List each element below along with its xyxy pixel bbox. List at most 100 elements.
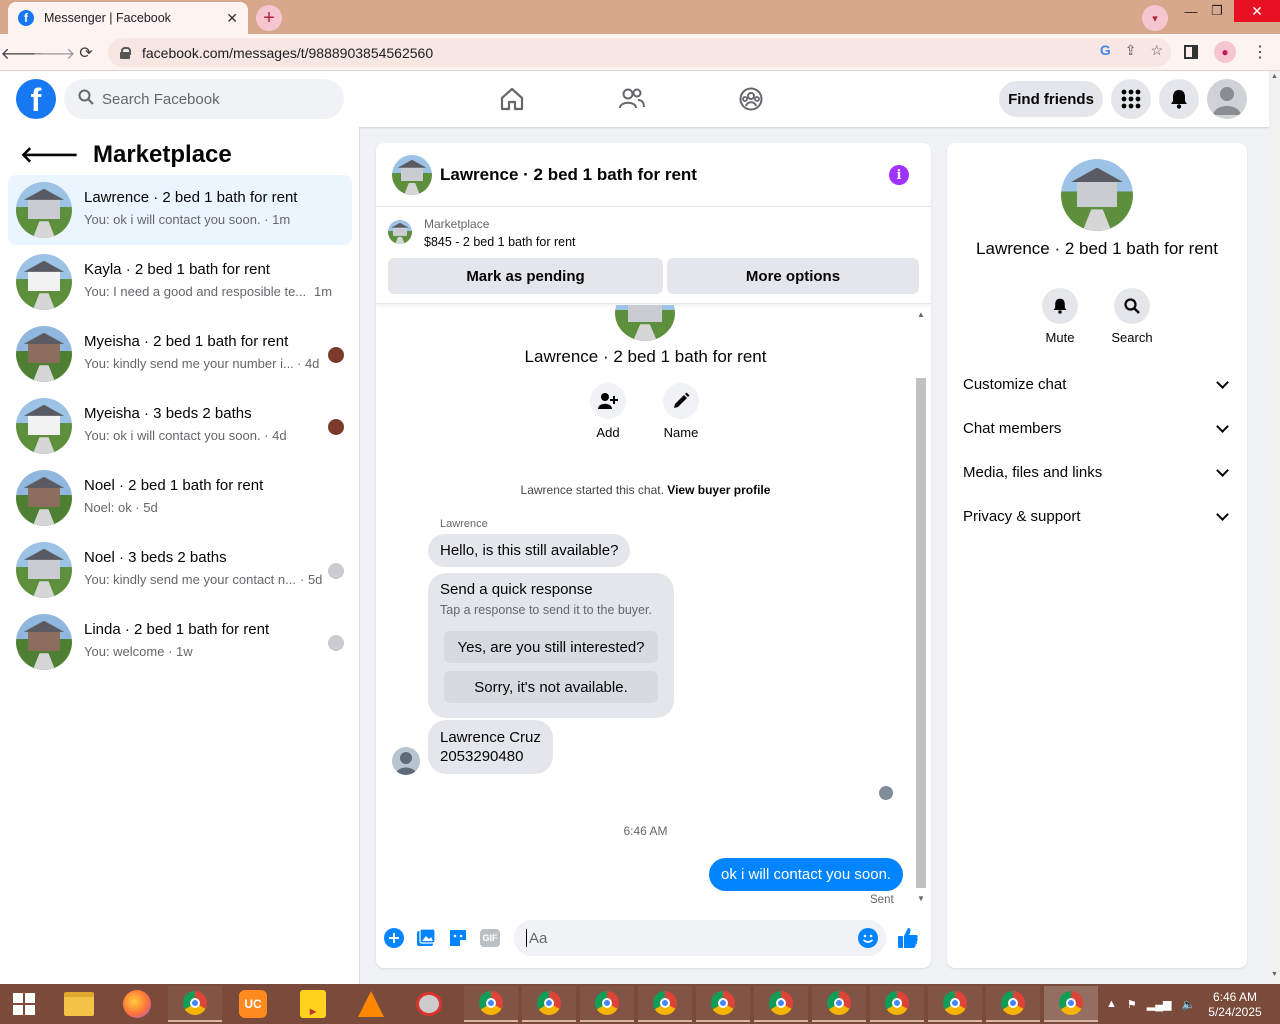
message-input[interactable]: Aa: [514, 920, 886, 956]
contact-card-bubble[interactable]: Lawrence Cruz 2053290480: [428, 720, 553, 774]
action-center-flag-icon[interactable]: ⚑: [1127, 998, 1137, 1011]
home-icon[interactable]: [496, 83, 528, 115]
conversation-item[interactable]: Noel · 2 bed 1 bath for rent Noel: ok · …: [8, 463, 352, 533]
mute-button[interactable]: Mute: [1030, 288, 1090, 345]
chrome-window-icon[interactable]: [580, 986, 634, 1022]
scroll-down-icon[interactable]: ▼: [917, 894, 925, 903]
conversation-item[interactable]: Linda · 2 bed 1 bath for rent You: welco…: [8, 607, 352, 677]
conversation-item[interactable]: Lawrence · 2 bed 1 bath for rent You: ok…: [8, 175, 352, 245]
like-thumb-icon[interactable]: [897, 927, 919, 949]
close-tab-icon[interactable]: ✕: [226, 10, 238, 27]
quick-reply-sorry-button[interactable]: Sorry, it's not available.: [444, 671, 658, 703]
vlc-icon[interactable]: [344, 986, 398, 1022]
browser-tab[interactable]: f Messenger | Facebook ✕: [8, 2, 248, 34]
conversation-item[interactable]: Noel · 3 beds 2 baths You: kindly send m…: [8, 535, 352, 605]
back-icon[interactable]: 🡐: [1, 41, 44, 65]
url-field[interactable]: facebook.com/messages/t/9888903854562560…: [108, 38, 1171, 67]
show-hidden-icons-icon[interactable]: ▲: [1106, 998, 1117, 1010]
sticker-icon[interactable]: [447, 927, 469, 949]
facebook-logo-icon[interactable]: f: [16, 79, 56, 119]
name-button[interactable]: [663, 383, 699, 419]
info-icon[interactable]: i: [889, 165, 909, 185]
close-window-button[interactable]: ✕: [1234, 0, 1280, 22]
emoji-icon[interactable]: [858, 928, 878, 952]
snipping-tool-icon[interactable]: [402, 986, 456, 1022]
google-icon[interactable]: G: [1100, 42, 1111, 59]
thread-scrollbar[interactable]: ▲ ▼: [915, 308, 927, 903]
taskbar-clock[interactable]: 6:46 AM 5/24/2025: [1200, 990, 1270, 1020]
scrollbar-thumb[interactable]: [916, 378, 926, 888]
tab-search-button[interactable]: ▾: [1142, 5, 1168, 31]
conversation-item[interactable]: Myeisha · 2 bed 1 bath for rent You: kin…: [8, 319, 352, 389]
minimize-button[interactable]: —: [1180, 0, 1202, 22]
privacy-support-row[interactable]: Privacy & support: [963, 504, 1231, 528]
new-tab-button[interactable]: +: [256, 5, 282, 31]
conversation-snippet: You: I need a good and resposible te...: [84, 284, 307, 299]
gif-icon[interactable]: GIF: [479, 927, 501, 949]
windows-taskbar: UC ▶ ▲ ⚑ ▂▄▆ 🔈 6:46 AM 5/24/2025: [0, 984, 1280, 1024]
chrome-window-icon[interactable]: [696, 986, 750, 1022]
volume-icon[interactable]: 🔈: [1181, 998, 1195, 1011]
quick-reply-yes-button[interactable]: Yes, are you still interested?: [444, 631, 658, 663]
file-explorer-icon[interactable]: [52, 986, 106, 1022]
groups-icon[interactable]: [735, 83, 767, 115]
restore-button[interactable]: ❐: [1206, 0, 1228, 22]
friends-icon[interactable]: [616, 83, 648, 115]
chrome-window-icon[interactable]: [522, 986, 576, 1022]
share-icon[interactable]: ⇪: [1125, 42, 1137, 59]
reload-icon[interactable]: ⟳: [74, 41, 98, 65]
message-bubble[interactable]: Hello, is this still available?: [428, 534, 631, 567]
windows-start-icon[interactable]: [0, 986, 48, 1022]
page-scrollbar[interactable]: ▲ ▼: [1269, 71, 1280, 984]
find-friends-button[interactable]: Find friends: [999, 81, 1103, 117]
extension-icons: ● ⋮: [1184, 41, 1268, 63]
chrome-window-icon[interactable]: [168, 986, 222, 1022]
search-facebook-input[interactable]: Search Facebook: [64, 79, 344, 119]
account-avatar[interactable]: [1207, 79, 1247, 119]
conversation-item[interactable]: Myeisha · 3 beds 2 baths You: ok i will …: [8, 391, 352, 461]
listing-title[interactable]: $845 - 2 bed 1 bath for rent: [424, 235, 576, 249]
media-files-links-row[interactable]: Media, files and links: [963, 460, 1231, 484]
chrome-window-icon[interactable]: [754, 986, 808, 1022]
url-text: facebook.com/messages/t/9888903854562560: [142, 44, 434, 61]
page-scroll-up-icon[interactable]: ▲: [1271, 73, 1278, 80]
chat-title[interactable]: Lawrence · 2 bed 1 bath for rent: [440, 165, 697, 185]
media-player-icon[interactable]: ▶: [286, 986, 340, 1022]
sidepanel-icon[interactable]: [1184, 45, 1198, 59]
menu-dots-icon[interactable]: ⋮: [1252, 42, 1268, 62]
my-message-bubble[interactable]: ok i will contact you soon.: [709, 858, 904, 891]
page-scroll-down-icon[interactable]: ▼: [1271, 971, 1278, 978]
bookmark-star-icon[interactable]: ☆: [1150, 42, 1163, 59]
message-thread[interactable]: Lawrence · 2 bed 1 bath for rent Add Nam…: [376, 305, 931, 905]
chrome-window-icon[interactable]: [986, 986, 1040, 1022]
photo-icon[interactable]: [415, 927, 437, 949]
chrome-window-icon[interactable]: [812, 986, 866, 1022]
menu-grid-icon[interactable]: [1111, 79, 1151, 119]
chat-avatar[interactable]: [392, 155, 432, 195]
network-icon[interactable]: ▂▄▆: [1147, 998, 1172, 1011]
chat-header: Lawrence · 2 bed 1 bath for rent i: [376, 143, 931, 207]
view-buyer-profile-link[interactable]: View buyer profile: [667, 483, 770, 497]
profile-icon[interactable]: ●: [1214, 41, 1236, 63]
uc-browser-icon[interactable]: UC: [226, 986, 280, 1022]
chrome-window-icon[interactable]: [870, 986, 924, 1022]
conversation-item[interactable]: Kayla · 2 bed 1 bath for rent You: I nee…: [8, 247, 352, 317]
chrome-window-icon[interactable]: [464, 986, 518, 1022]
sender-avatar[interactable]: [392, 747, 420, 775]
scroll-up-icon[interactable]: ▲: [917, 310, 925, 319]
back-arrow-icon[interactable]: 🡐: [20, 142, 79, 168]
forward-icon[interactable]: 🡒: [33, 41, 76, 65]
search-conversation-button[interactable]: Search: [1102, 288, 1162, 345]
notifications-bell-icon[interactable]: [1159, 79, 1199, 119]
add-button[interactable]: [590, 383, 626, 419]
chrome-active-window-icon[interactable]: [1044, 986, 1098, 1022]
chat-members-row[interactable]: Chat members: [963, 416, 1231, 440]
conversation-snippet: Noel: ok · 5d: [84, 500, 158, 515]
chrome-window-icon[interactable]: [928, 986, 982, 1022]
more-options-button[interactable]: More options: [667, 258, 919, 294]
mark-as-pending-button[interactable]: Mark as pending: [388, 258, 663, 294]
plus-circle-icon[interactable]: [383, 927, 405, 949]
firefox-icon[interactable]: [110, 986, 164, 1022]
customize-chat-row[interactable]: Customize chat: [963, 372, 1231, 396]
chrome-window-icon[interactable]: [638, 986, 692, 1022]
